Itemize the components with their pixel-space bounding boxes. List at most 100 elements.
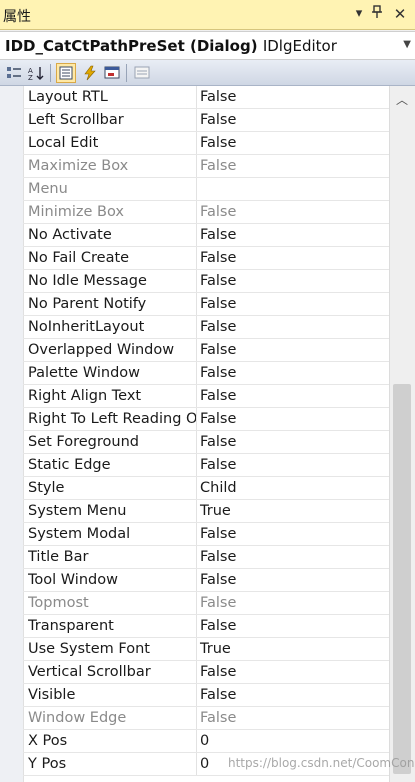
alphabetical-button[interactable]: AZ [26,63,46,83]
watermark: https://blog.csdn.net/CoomCon [228,756,415,770]
property-row[interactable]: Left Scrollbar False [23,109,389,132]
panel-menu-dropdown-icon[interactable]: ▾ [350,5,368,23]
property-row[interactable]: Menu [23,178,389,201]
property-name: Local Edit [28,135,99,151]
property-value[interactable]: 0 [200,756,209,772]
categorized-icon [7,67,21,78]
property-row[interactable]: Palette Window False [23,362,389,385]
property-row[interactable]: System Menu True [23,500,389,523]
categorized-button[interactable] [4,63,24,83]
property-value[interactable]: False [200,342,236,358]
property-name: System Modal [28,526,131,542]
property-name: Left Scrollbar [28,112,124,128]
property-row[interactable]: Local Edit False [23,132,389,155]
property-value[interactable]: Child [200,480,237,496]
alphabetical-icon: AZ [28,67,44,81]
property-row[interactable]: Window Edge False [23,707,389,730]
property-name: Window Edge [28,710,127,726]
svg-text:Z: Z [28,74,33,81]
property-name: No Activate [28,227,112,243]
property-row[interactable]: NoInheritLayout False [23,316,389,339]
property-name: Y Pos [28,756,67,772]
property-row[interactable]: No Fail Create False [23,247,389,270]
property-value[interactable]: False [200,227,236,243]
property-name: Right To Left Reading Order [28,411,196,427]
scroll-up-icon[interactable]: ︿ [394,91,410,107]
property-value[interactable]: False [200,457,236,473]
property-row[interactable]: Vertical Scrollbar False [23,661,389,684]
property-row[interactable]: Right Align Text False [23,385,389,408]
selected-object: IDD_CatCtPathPreSet (Dialog) IDlgEditor [5,37,337,55]
property-toolbar: AZ [0,60,415,86]
events-button[interactable] [80,63,100,83]
property-value[interactable]: True [200,503,231,519]
property-name: Minimize Box [28,204,125,220]
property-row[interactable]: No Parent Notify False [23,293,389,316]
property-row[interactable]: Right To Left Reading OrderFalse [23,408,389,431]
property-value[interactable]: False [200,434,236,450]
property-name: Menu [28,181,68,197]
properties-button[interactable] [56,63,76,83]
property-row[interactable]: Transparent False [23,615,389,638]
property-name: Palette Window [28,365,140,381]
property-value[interactable]: False [200,687,236,703]
property-row[interactable]: Layout RTL False [23,86,389,109]
property-name: Visible [28,687,76,703]
property-row[interactable]: No Idle Message False [23,270,389,293]
property-value[interactable]: False [200,572,236,588]
property-row[interactable]: Overlapped Window False [23,339,389,362]
close-icon[interactable]: ✕ [391,5,409,23]
property-value[interactable]: False [200,411,236,427]
property-value: False [200,710,237,726]
property-value[interactable]: False [200,319,236,335]
property-value[interactable]: False [200,273,236,289]
property-value[interactable]: False [200,664,236,680]
events-icon [84,65,96,81]
property-row[interactable]: Title Bar False [23,546,389,569]
property-row[interactable]: No Activate False [23,224,389,247]
property-name: Maximize Box [28,158,129,174]
properties-icon [59,66,73,80]
property-row[interactable]: Maximize Box False [23,155,389,178]
chevron-down-icon[interactable]: ▼ [403,39,411,50]
property-name: Overlapped Window [28,342,175,358]
property-row[interactable]: X Pos 0 [23,730,389,753]
property-row[interactable]: Static Edge False [23,454,389,477]
property-name: Topmost [28,595,89,611]
property-name: No Idle Message [28,273,147,289]
property-pages-icon [134,66,150,79]
property-value[interactable]: True [200,641,231,657]
property-grid: Layout RTL False Left Scrollbar False Local … [0,86,389,782]
property-value[interactable]: False [200,296,236,312]
property-value[interactable]: False [200,89,236,105]
vertical-scrollbar[interactable]: ︿ [389,86,415,782]
property-value[interactable]: 0 [200,733,209,749]
property-row[interactable]: Visible False [23,684,389,707]
property-row[interactable]: Minimize Box False [23,201,389,224]
property-pages-button[interactable] [132,63,152,83]
property-value[interactable]: False [200,388,236,404]
property-value[interactable]: False [200,135,236,151]
property-value[interactable]: False [200,549,236,565]
property-value[interactable]: False [200,365,236,381]
object-selector[interactable]: IDD_CatCtPathPreSet (Dialog) IDlgEditor … [0,31,415,60]
property-row[interactable]: Topmost False [23,592,389,615]
panel-title-bar: 属性 ▾ ✕ [0,0,415,30]
scrollbar-thumb[interactable] [393,384,411,774]
property-row[interactable]: System Modal False [23,523,389,546]
property-value[interactable]: False [200,250,236,266]
property-row[interactable]: Use System Font True [23,638,389,661]
property-name: Tool Window [28,572,118,588]
property-name: Style [28,480,65,496]
property-row[interactable]: Tool Window False [23,569,389,592]
property-value: False [200,204,237,220]
messages-button[interactable] [102,63,122,83]
pin-icon[interactable] [368,5,386,23]
property-value[interactable]: False [200,112,236,128]
property-value[interactable]: False [200,526,236,542]
property-name: Use System Font [28,641,150,657]
property-value[interactable]: False [200,618,236,634]
property-name: NoInheritLayout [28,319,145,335]
property-row[interactable]: Set Foreground False [23,431,389,454]
property-row[interactable]: Style Child [23,477,389,500]
